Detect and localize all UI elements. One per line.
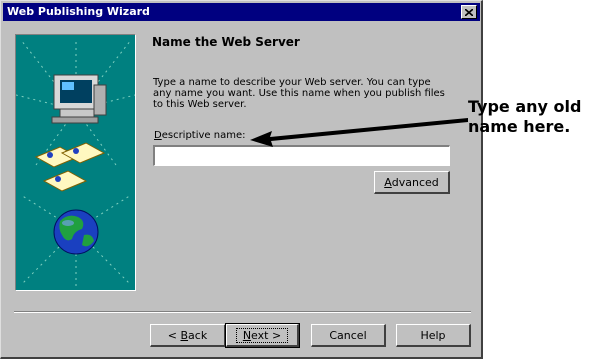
computer-icon — [51, 74, 107, 124]
wizard-dialog: Web Publishing Wizard Name the Web Serve… — [0, 0, 483, 359]
back-arrow: < — [167, 328, 181, 342]
next-label: ext > — [251, 328, 282, 342]
globe-icon — [53, 209, 99, 255]
advanced-button[interactable]: Advanced — [374, 171, 450, 194]
page-description: Type a name to describe your Web server.… — [153, 77, 445, 110]
close-icon — [465, 8, 473, 16]
wizard-illustration — [16, 39, 135, 287]
cancel-button[interactable]: Cancel — [311, 324, 386, 347]
next-button[interactable]: Next > — [225, 323, 300, 348]
page-title: Name the Web Server — [152, 35, 300, 49]
label-text: escriptive name: — [161, 130, 246, 141]
button-separator — [14, 311, 471, 313]
back-mnemonic: B — [180, 328, 189, 342]
close-button[interactable] — [461, 5, 477, 19]
wizard-sidebar-image — [15, 34, 136, 291]
next-focus: Next > — [235, 327, 289, 343]
window-title: Web Publishing Wizard — [7, 5, 150, 18]
annotation-line-2: name here. — [468, 117, 571, 136]
advanced-label: dvanced — [391, 175, 439, 189]
help-button[interactable]: Help — [396, 324, 471, 347]
annotation-line-1: Type any old — [468, 97, 582, 116]
next-mnemonic: N — [242, 328, 252, 342]
title-bar: Web Publishing Wizard — [3, 3, 480, 21]
label-mnemonic: D — [154, 130, 162, 141]
annotation-text: Type any old name here. — [468, 97, 590, 137]
advanced-mnemonic: A — [384, 175, 392, 189]
back-button[interactable]: < Back — [150, 324, 226, 347]
help-label: Help — [420, 328, 446, 342]
descriptive-name-label: Descriptive name: — [154, 130, 245, 141]
descriptive-name-input[interactable] — [153, 145, 450, 166]
cancel-label: Cancel — [329, 328, 367, 342]
documents-icon — [34, 142, 106, 192]
back-label: ack — [188, 328, 208, 342]
